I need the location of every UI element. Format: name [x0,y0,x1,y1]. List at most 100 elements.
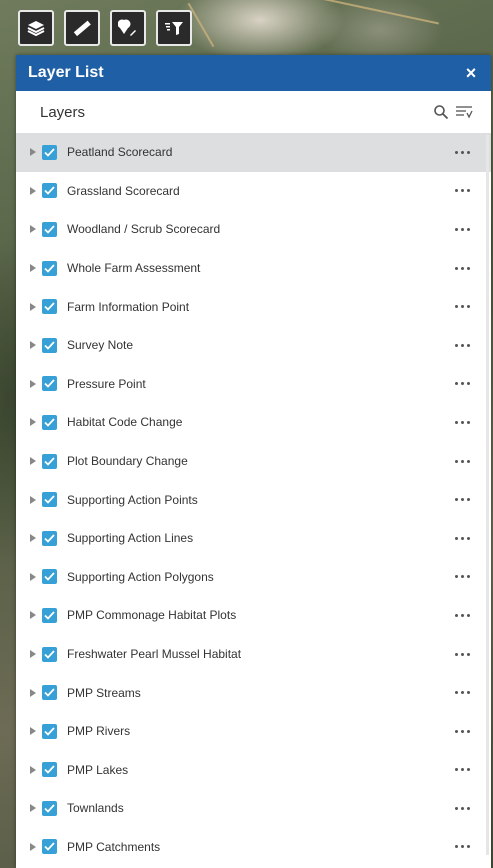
more-options-icon[interactable] [451,608,473,622]
more-options-icon[interactable] [451,454,473,468]
expand-caret-icon[interactable] [30,841,40,853]
layer-visibility-checkbox[interactable] [42,221,57,237]
expand-caret-icon[interactable] [30,687,40,699]
layer-visibility-checkbox[interactable] [42,646,57,662]
layer-visibility-checkbox[interactable] [42,800,57,816]
expand-caret-icon[interactable] [30,455,40,467]
layer-label: PMP Catchments [67,839,161,854]
layer-visibility-checkbox[interactable] [42,337,57,353]
layer-row-7[interactable]: Habitat Code Change [16,403,491,442]
checkmark-icon [44,341,55,350]
layer-row-9[interactable]: Supporting Action Points [16,480,491,519]
layer-list-tool-button[interactable] [18,10,54,46]
draw-tool-button[interactable] [110,10,146,46]
layer-visibility-checkbox[interactable] [42,569,57,585]
layer-visibility-checkbox[interactable] [42,607,57,623]
layer-label: Grassland Scorecard [67,183,180,198]
expand-caret-icon[interactable] [30,725,40,737]
layer-label: Supporting Action Polygons [67,569,214,584]
layer-visibility-checkbox[interactable] [42,492,57,508]
sort-filter-icon[interactable] [455,104,473,120]
expand-caret-icon[interactable] [30,185,40,197]
layer-visibility-checkbox[interactable] [42,183,57,199]
expand-caret-icon[interactable] [30,494,40,506]
layer-row-10[interactable]: Supporting Action Lines [16,519,491,558]
layer-visibility-checkbox[interactable] [42,453,57,469]
layer-visibility-checkbox[interactable] [42,299,57,315]
layer-row-11[interactable]: Supporting Action Polygons [16,558,491,597]
layer-visibility-checkbox[interactable] [42,260,57,276]
layer-label: Townlands [67,801,124,816]
expand-caret-icon[interactable] [30,416,40,428]
layer-label: Habitat Code Change [67,415,183,430]
expand-caret-icon[interactable] [30,339,40,351]
layer-row-0[interactable]: Peatland Scorecard [16,133,491,172]
layer-visibility-checkbox[interactable] [42,685,57,701]
layer-row-12[interactable]: PMP Commonage Habitat Plots [16,596,491,635]
layer-visibility-checkbox[interactable] [42,762,57,778]
checkmark-icon [44,186,55,196]
layer-row-14[interactable]: PMP Streams [16,673,491,712]
layer-row-1[interactable]: Grassland Scorecard [16,172,491,211]
layer-row-4[interactable]: Farm Information Point [16,287,491,326]
filter-tool-button[interactable] [156,10,192,46]
close-button[interactable]: × [461,63,481,84]
more-options-icon[interactable] [451,261,473,275]
expand-caret-icon[interactable] [30,609,40,621]
expand-caret-icon[interactable] [30,532,40,544]
layer-list: Peatland Scorecard Grassland Scorecard W… [16,133,491,866]
more-options-icon[interactable] [451,763,473,777]
checkmark-icon [44,842,55,852]
checkmark-icon [44,688,55,697]
layer-row-13[interactable]: Freshwater Pearl Mussel Habitat [16,635,491,674]
more-options-icon[interactable] [451,840,473,854]
more-options-icon[interactable] [451,338,473,352]
more-options-icon[interactable] [451,724,473,738]
more-options-icon[interactable] [451,686,473,700]
panel-title: Layer List [28,64,104,81]
search-icon[interactable] [433,104,449,120]
more-options-icon[interactable] [451,570,473,584]
layer-row-6[interactable]: Pressure Point [16,365,491,404]
layer-visibility-checkbox[interactable] [42,723,57,739]
expand-caret-icon[interactable] [30,262,40,274]
layer-row-15[interactable]: PMP Rivers [16,712,491,751]
layer-row-17[interactable]: Townlands [16,789,491,828]
layer-visibility-checkbox[interactable] [42,144,57,160]
expand-caret-icon[interactable] [30,378,40,390]
checkmark-icon [44,765,55,775]
layer-row-3[interactable]: Whole Farm Assessment [16,249,491,288]
checkmark-icon [44,495,55,504]
layer-visibility-checkbox[interactable] [42,414,57,430]
layer-visibility-checkbox[interactable] [42,839,57,855]
layer-row-16[interactable]: PMP Lakes [16,751,491,790]
expand-caret-icon[interactable] [30,223,40,235]
layer-label: Whole Farm Assessment [67,261,201,276]
more-options-icon[interactable] [451,415,473,429]
filter-icon [165,22,183,35]
layer-row-5[interactable]: Survey Note [16,326,491,365]
layer-row-18[interactable]: PMP Catchments [16,828,491,867]
layer-row-2[interactable]: Woodland / Scrub Scorecard [16,210,491,249]
more-options-icon[interactable] [451,145,473,159]
expand-caret-icon[interactable] [30,648,40,660]
expand-caret-icon[interactable] [30,802,40,814]
expand-caret-icon[interactable] [30,146,40,158]
layer-row-8[interactable]: Plot Boundary Change [16,442,491,481]
expand-caret-icon[interactable] [30,764,40,776]
scrollbar[interactable] [486,135,489,855]
layer-visibility-checkbox[interactable] [42,376,57,392]
expand-caret-icon[interactable] [30,301,40,313]
more-options-icon[interactable] [451,647,473,661]
checkmark-icon [44,611,55,620]
more-options-icon[interactable] [451,531,473,545]
layer-visibility-checkbox[interactable] [42,530,57,546]
more-options-icon[interactable] [451,801,473,815]
more-options-icon[interactable] [451,222,473,236]
more-options-icon[interactable] [451,184,473,198]
more-options-icon[interactable] [451,493,473,507]
measure-tool-button[interactable] [64,10,100,46]
expand-caret-icon[interactable] [30,571,40,583]
more-options-icon[interactable] [451,377,473,391]
more-options-icon[interactable] [451,300,473,314]
